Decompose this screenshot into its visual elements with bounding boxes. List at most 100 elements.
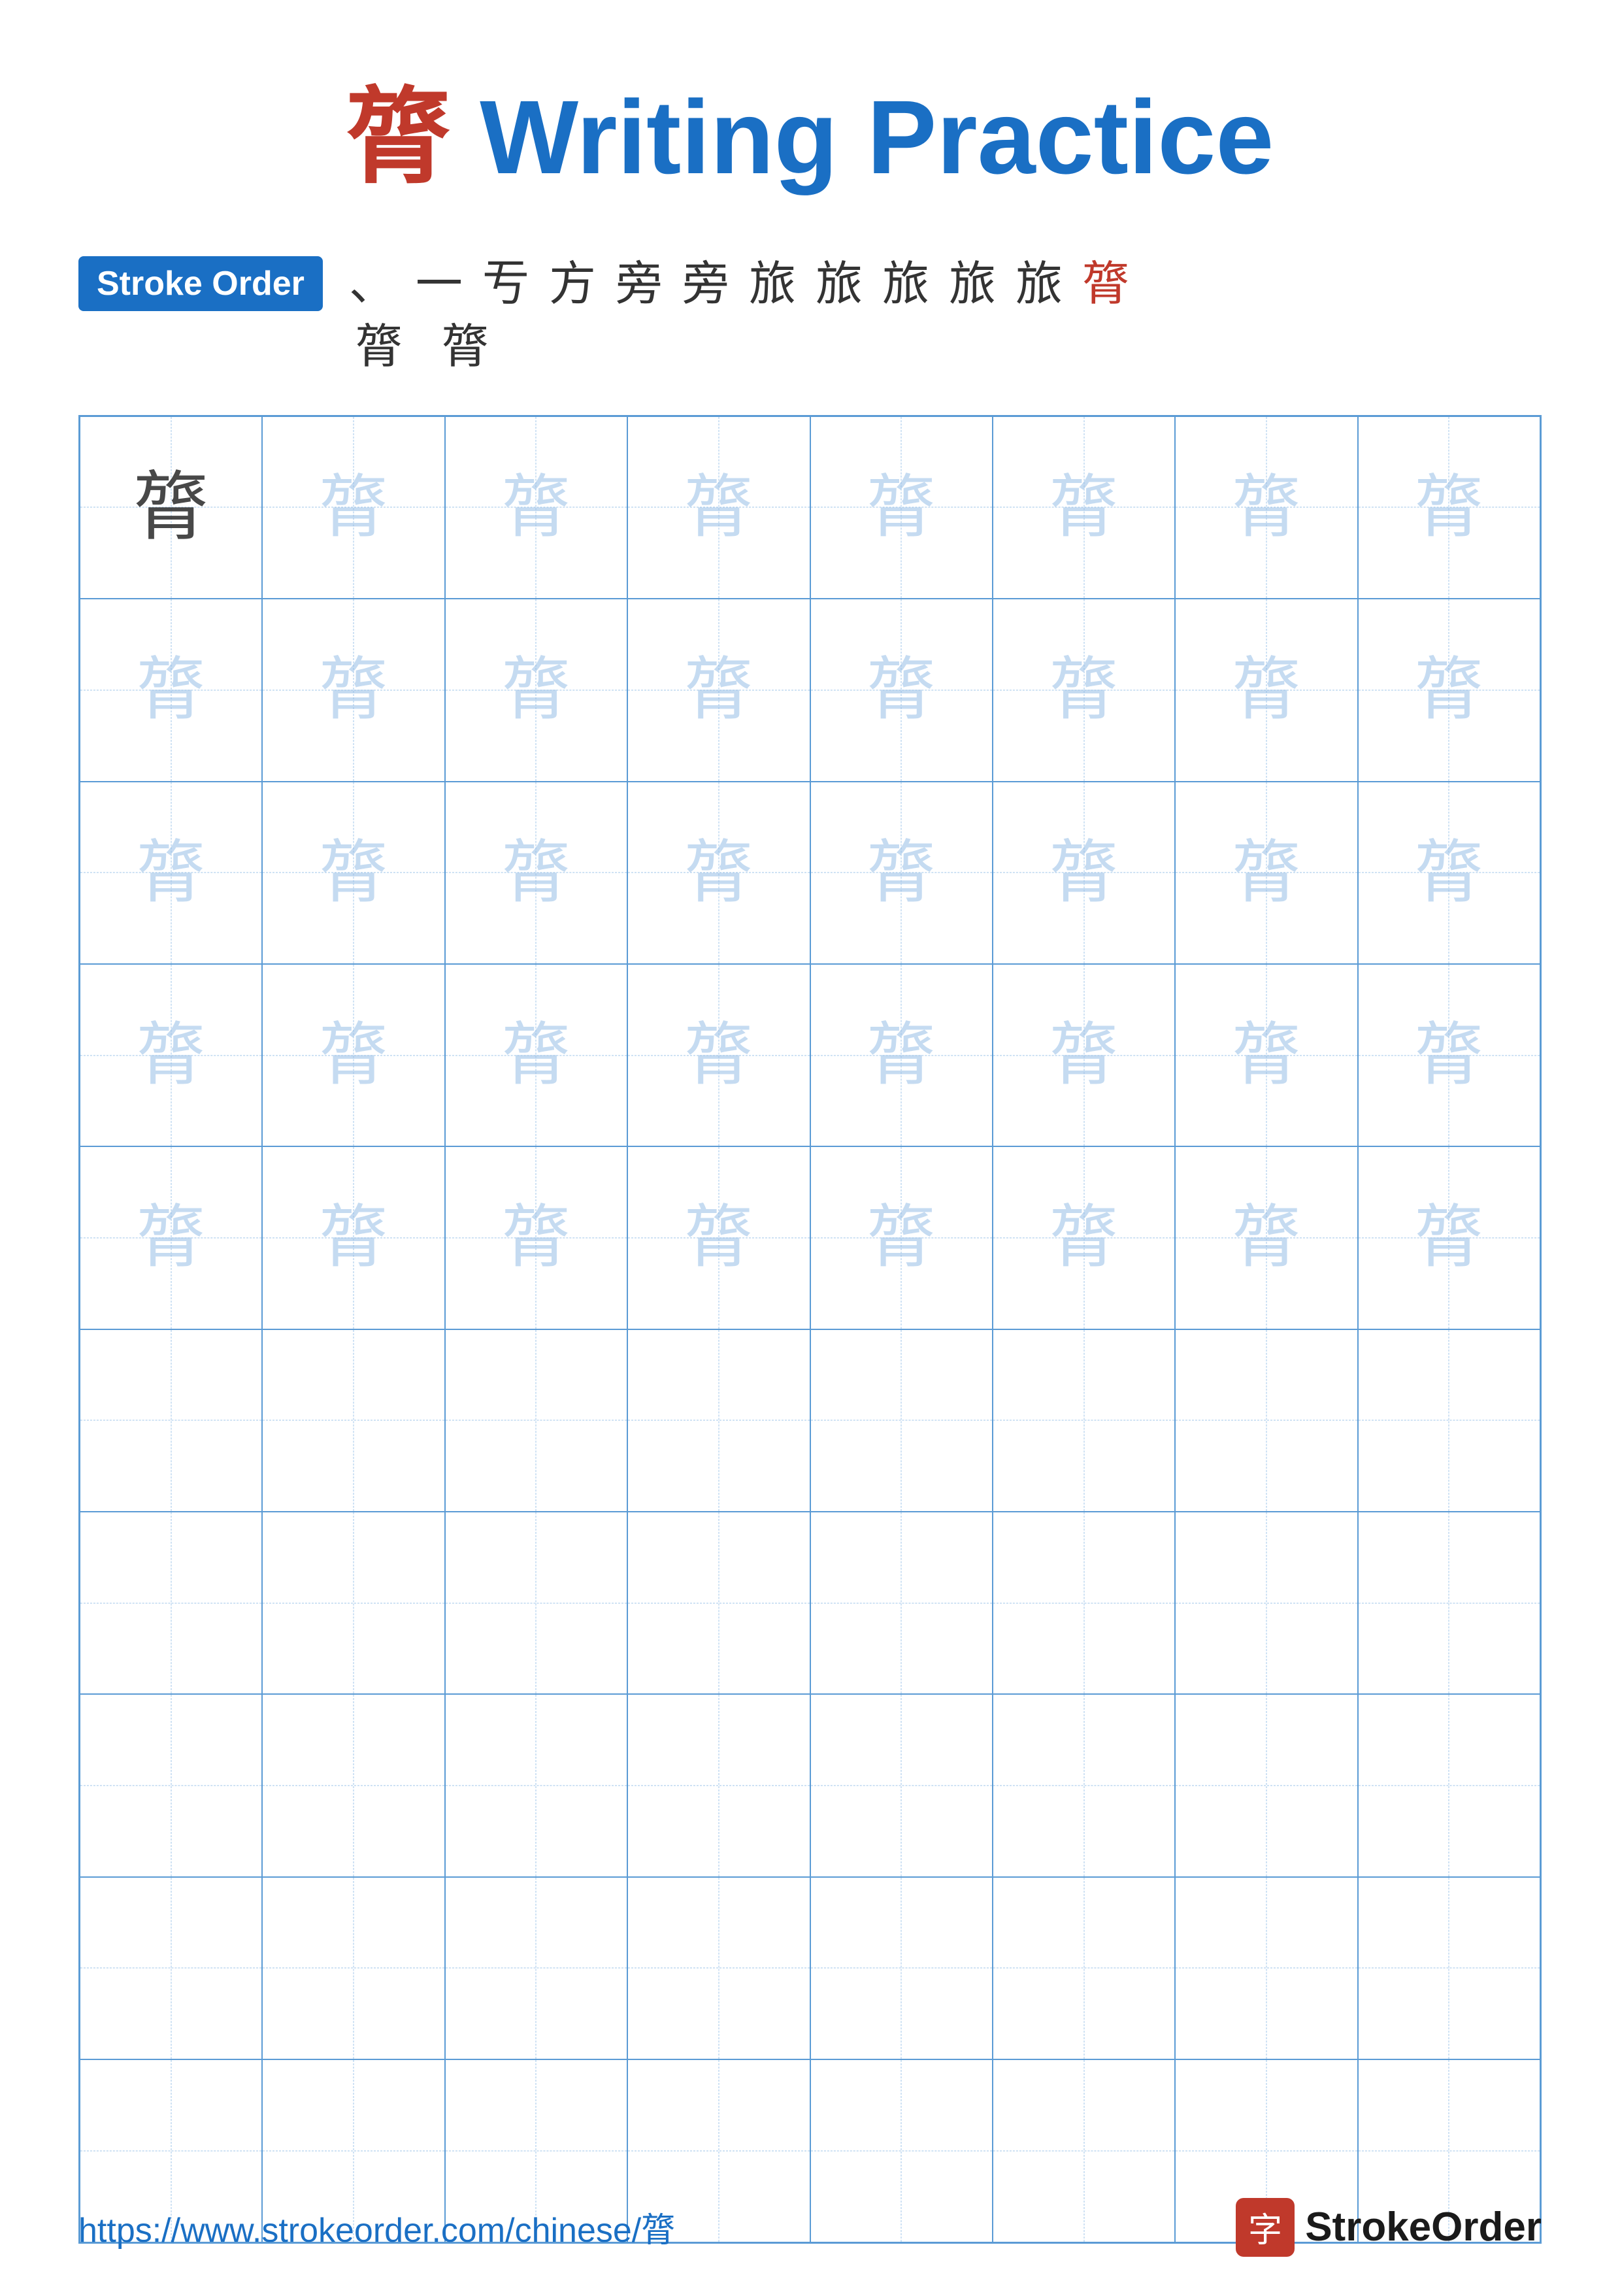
grid-cell-r6c4[interactable]	[627, 1329, 810, 1512]
practice-char-ghost: 膂	[1232, 473, 1300, 542]
stroke-9: 旅	[882, 256, 929, 312]
grid-cell-r5c4[interactable]: 膂	[627, 1146, 810, 1329]
practice-char-ghost: 膂	[684, 1203, 753, 1272]
grid-cell-r6c8[interactable]	[1358, 1329, 1540, 1512]
grid-cell-r2c5[interactable]: 膂	[810, 599, 993, 781]
grid-cell-r9c8[interactable]	[1358, 1877, 1540, 2059]
grid-cell-r9c3[interactable]	[445, 1877, 627, 2059]
stroke-3: 亐	[482, 256, 529, 312]
grid-cell-r1c8[interactable]: 膂	[1358, 416, 1540, 599]
grid-cell-r5c2[interactable]: 膂	[262, 1146, 444, 1329]
practice-char-ghost: 膂	[867, 1203, 936, 1272]
grid-cell-r1c3[interactable]: 膂	[445, 416, 627, 599]
grid-cell-r3c4[interactable]: 膂	[627, 782, 810, 964]
grid-cell-r8c4[interactable]	[627, 1694, 810, 1876]
grid-cell-r8c7[interactable]	[1175, 1694, 1357, 1876]
grid-cell-r6c1[interactable]	[80, 1329, 262, 1512]
grid-cell-r5c5[interactable]: 膂	[810, 1146, 993, 1329]
grid-cell-r4c1[interactable]: 膂	[80, 964, 262, 1146]
grid-cell-r6c3[interactable]	[445, 1329, 627, 1512]
grid-cell-r1c4[interactable]: 膂	[627, 416, 810, 599]
grid-cell-r8c8[interactable]	[1358, 1694, 1540, 1876]
grid-cell-r2c1[interactable]: 膂	[80, 599, 262, 781]
grid-cell-r2c4[interactable]: 膂	[627, 599, 810, 781]
grid-cell-r1c1[interactable]: 膂	[80, 416, 262, 599]
practice-char-ghost: 膂	[320, 656, 388, 724]
grid-cell-r4c3[interactable]: 膂	[445, 964, 627, 1146]
grid-cell-r8c1[interactable]	[80, 1694, 262, 1876]
grid-cell-r4c5[interactable]: 膂	[810, 964, 993, 1146]
grid-cell-r9c7[interactable]	[1175, 1877, 1357, 2059]
practice-char-ghost: 膂	[1050, 839, 1118, 907]
grid-cell-r3c3[interactable]: 膂	[445, 782, 627, 964]
grid-cell-r1c6[interactable]: 膂	[993, 416, 1175, 599]
grid-cell-r1c7[interactable]: 膂	[1175, 416, 1357, 599]
grid-cell-r5c1[interactable]: 膂	[80, 1146, 262, 1329]
grid-cell-r5c6[interactable]: 膂	[993, 1146, 1175, 1329]
grid-cell-r7c2[interactable]	[262, 1512, 444, 1694]
title-section: 膂 Writing Practice	[78, 52, 1542, 204]
grid-cell-r6c5[interactable]	[810, 1329, 993, 1512]
practice-char-ghost: 膂	[502, 656, 570, 724]
grid-cell-r4c7[interactable]: 膂	[1175, 964, 1357, 1146]
practice-char-ghost: 膂	[320, 1021, 388, 1090]
grid-cell-r8c5[interactable]	[810, 1694, 993, 1876]
grid-cell-r9c6[interactable]	[993, 1877, 1175, 2059]
grid-cell-r7c8[interactable]	[1358, 1512, 1540, 1694]
stroke-13: 膂	[355, 319, 403, 375]
grid-cell-r7c5[interactable]	[810, 1512, 993, 1694]
grid-cell-r3c5[interactable]: 膂	[810, 782, 993, 964]
stroke-6: 旁	[682, 256, 729, 312]
grid-cell-r5c7[interactable]: 膂	[1175, 1146, 1357, 1329]
grid-cell-r9c5[interactable]	[810, 1877, 993, 2059]
grid-cell-r4c2[interactable]: 膂	[262, 964, 444, 1146]
grid-cell-r4c4[interactable]: 膂	[627, 964, 810, 1146]
grid-cell-r8c3[interactable]	[445, 1694, 627, 1876]
grid-cell-r7c6[interactable]	[993, 1512, 1175, 1694]
stroke-4: 方	[549, 256, 596, 312]
grid-cell-r5c3[interactable]: 膂	[445, 1146, 627, 1329]
practice-char-ghost: 膂	[684, 473, 753, 542]
grid-cell-r2c7[interactable]: 膂	[1175, 599, 1357, 781]
grid-cell-r3c7[interactable]: 膂	[1175, 782, 1357, 964]
practice-char-ghost: 膂	[1232, 839, 1300, 907]
grid-cell-r3c8[interactable]: 膂	[1358, 782, 1540, 964]
grid-cell-r6c7[interactable]	[1175, 1329, 1357, 1512]
practice-char-ghost: 膂	[320, 1203, 388, 1272]
title-char: 膂	[346, 78, 451, 195]
grid-cell-r7c1[interactable]	[80, 1512, 262, 1694]
grid-cell-r3c2[interactable]: 膂	[262, 782, 444, 964]
stroke-2: 一	[416, 256, 463, 312]
practice-char-ghost: 膂	[867, 656, 936, 724]
page: 膂 Writing Practice Stroke Order 、 一 亐 方 …	[0, 0, 1620, 2296]
grid-cell-r2c8[interactable]: 膂	[1358, 599, 1540, 781]
grid-cell-r2c3[interactable]: 膂	[445, 599, 627, 781]
grid-cell-r1c2[interactable]: 膂	[262, 416, 444, 599]
grid-cell-r9c2[interactable]	[262, 1877, 444, 2059]
practice-char-ghost: 膂	[867, 1021, 936, 1090]
grid-cell-r6c6[interactable]	[993, 1329, 1175, 1512]
footer-url: https://www.strokeorder.com/chinese/膂	[78, 2203, 675, 2252]
grid-cell-r2c6[interactable]: 膂	[993, 599, 1175, 781]
grid-cell-r3c1[interactable]: 膂	[80, 782, 262, 964]
grid-cell-r1c5[interactable]: 膂	[810, 416, 993, 599]
grid-cell-r8c2[interactable]	[262, 1694, 444, 1876]
grid-cell-r9c1[interactable]	[80, 1877, 262, 2059]
stroke-10: 旅	[949, 256, 996, 312]
practice-char-ghost: 膂	[684, 1021, 753, 1090]
practice-char-ghost: 膂	[1232, 1021, 1300, 1090]
grid-cell-r7c3[interactable]	[445, 1512, 627, 1694]
practice-char-ghost: 膂	[502, 839, 570, 907]
grid-cell-r2c2[interactable]: 膂	[262, 599, 444, 781]
grid-cell-r5c8[interactable]: 膂	[1358, 1146, 1540, 1329]
grid-cell-r4c8[interactable]: 膂	[1358, 964, 1540, 1146]
grid-cell-r6c2[interactable]	[262, 1329, 444, 1512]
grid-cell-r4c6[interactable]: 膂	[993, 964, 1175, 1146]
grid-cell-r7c4[interactable]	[627, 1512, 810, 1694]
grid-cell-r3c6[interactable]: 膂	[993, 782, 1175, 964]
stroke-7: 旅	[749, 256, 796, 312]
practice-char: 膂	[133, 470, 208, 545]
grid-cell-r8c6[interactable]	[993, 1694, 1175, 1876]
grid-cell-r9c4[interactable]	[627, 1877, 810, 2059]
grid-cell-r7c7[interactable]	[1175, 1512, 1357, 1694]
